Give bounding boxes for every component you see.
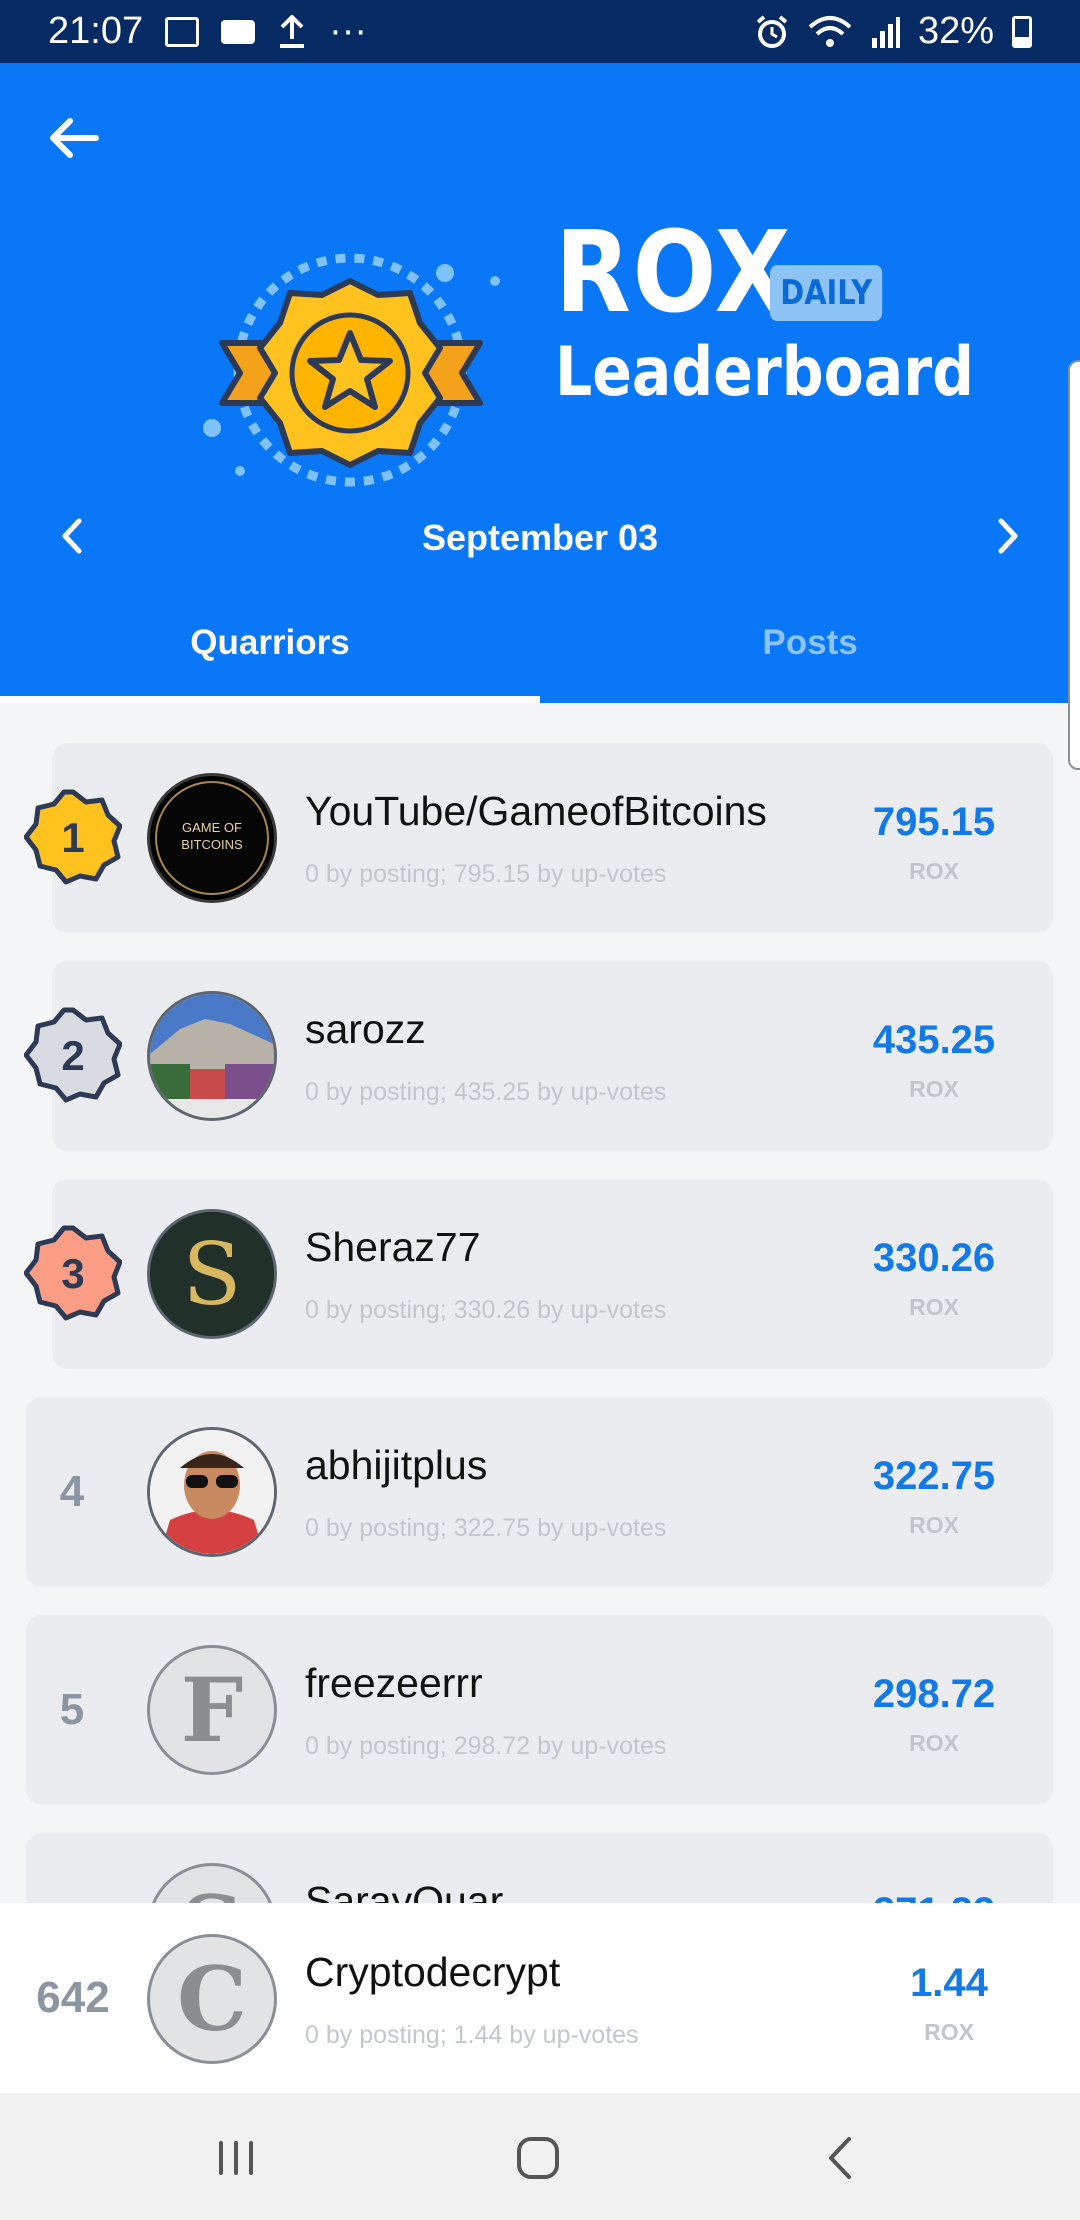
- avatar[interactable]: [147, 991, 277, 1121]
- avatar-photo: [150, 994, 274, 1118]
- more-notifications-icon: ···: [329, 10, 368, 52]
- gold-medal-icon: 1: [24, 789, 122, 885]
- tab-bar: Quarriors Posts: [0, 603, 1080, 703]
- recent-apps-icon[interactable]: [201, 2123, 271, 2193]
- score-unit: ROX: [909, 1076, 959, 1102]
- leaderboard-header: ROX DAILY Leaderboard September 03 Quarr…: [0, 63, 1080, 703]
- bronze-medal-icon: 3: [24, 1225, 122, 1321]
- avatar-photo: [150, 1430, 274, 1554]
- rank-number: 5: [59, 1685, 85, 1734]
- silver-medal-icon: 2: [24, 1007, 122, 1103]
- monogram-letter: S: [183, 1225, 242, 1325]
- status-time: 21:07: [48, 10, 144, 52]
- home-icon[interactable]: [503, 2123, 573, 2193]
- status-bar: 21:07 ··· 32%: [0, 0, 1080, 63]
- logo-line-top: GAME OF: [182, 820, 242, 835]
- avatar[interactable]: F: [147, 1645, 277, 1775]
- score-breakdown: 0 by posting; 795.15 by up-votes: [305, 860, 667, 888]
- chat-icon: [221, 19, 256, 44]
- period-badge: DAILY: [770, 265, 883, 321]
- score-unit: ROX: [909, 1512, 959, 1538]
- image-icon: [165, 16, 200, 47]
- date-selector: September 03: [0, 493, 1080, 583]
- game-of-bitcoins-logo: GAME OF BITCOINS: [155, 781, 269, 895]
- signal-icon: [871, 16, 900, 48]
- tab-posts[interactable]: Posts: [540, 603, 1080, 703]
- score-unit: ROX: [909, 1294, 959, 1320]
- rank-number: 4: [59, 1467, 85, 1516]
- avatar-monogram: S: [150, 1212, 274, 1336]
- avatar[interactable]: S: [147, 1209, 277, 1339]
- username[interactable]: sarozz: [305, 1006, 426, 1053]
- username[interactable]: freezeerrr: [305, 1660, 483, 1707]
- back-arrow-icon[interactable]: [44, 108, 104, 168]
- current-user-avatar[interactable]: C: [147, 1934, 277, 2064]
- score-value: 298.72: [872, 1672, 996, 1716]
- score-value: 795.15: [872, 800, 996, 844]
- score-value: 271.23: [834, 1890, 1034, 1903]
- score-value: 435.25: [872, 1018, 996, 1062]
- score-breakdown: 0 by posting; 298.72 by up-votes: [305, 1732, 667, 1760]
- upload-icon: [280, 14, 305, 48]
- logo-line-bottom: BITCOINS: [181, 837, 243, 852]
- chevron-right-icon[interactable]: [982, 511, 1032, 561]
- username[interactable]: YouTube/GameofBitcoins: [305, 788, 767, 835]
- current-user-rank: 642: [36, 1973, 110, 2022]
- score-breakdown: 0 by posting; 330.26 by up-votes: [305, 1296, 667, 1324]
- rank-number: 3: [61, 1250, 84, 1297]
- score-breakdown: 0 by posting; 435.25 by up-votes: [305, 1078, 667, 1106]
- score-unit: ROX: [909, 1730, 959, 1756]
- battery-percent: 32%: [917, 10, 994, 52]
- rank-number: 2: [61, 1032, 84, 1079]
- current-user-score: 1.44: [910, 1961, 988, 2005]
- current-user-name[interactable]: Cryptodecrypt: [305, 1949, 560, 1996]
- score-value: 330.26: [872, 1236, 996, 1280]
- current-user-unit: ROX: [924, 2019, 974, 2045]
- username[interactable]: abhijitplus: [305, 1442, 487, 1489]
- alarm-icon: [756, 14, 788, 48]
- leaderboard-badge-icon: [203, 253, 500, 487]
- avatar[interactable]: GAME OF BITCOINS: [147, 773, 277, 903]
- score-breakdown: 0 by posting; 322.75 by up-votes: [305, 1514, 667, 1542]
- tab-quarriors[interactable]: Quarriors: [0, 603, 540, 703]
- current-user-row[interactable]: 642 C Cryptodecrypt 0 by posting; 1.44 b…: [0, 1903, 1080, 2093]
- username[interactable]: SarayQuar: [305, 1878, 503, 1903]
- score-value: 322.75: [872, 1454, 996, 1498]
- rank-number: 1: [61, 814, 84, 861]
- battery-icon: [1012, 15, 1032, 48]
- current-date: September 03: [421, 517, 659, 558]
- wifi-icon: [808, 15, 852, 47]
- score-unit: ROX: [909, 858, 959, 884]
- system-nav-bar: [0, 2093, 1080, 2220]
- avatar[interactable]: [147, 1427, 277, 1557]
- current-user-breakdown: 0 by posting; 1.44 by up-votes: [305, 2021, 639, 2049]
- page-title: ROX: [555, 208, 793, 338]
- page-subtitle: Leaderboard: [555, 333, 974, 412]
- username[interactable]: Sheraz77: [305, 1224, 481, 1271]
- leaderboard-list: 1 GAME OF BITCOINS YouTube/GameofBitcoin…: [0, 703, 1080, 1903]
- system-back-icon[interactable]: [805, 2123, 875, 2193]
